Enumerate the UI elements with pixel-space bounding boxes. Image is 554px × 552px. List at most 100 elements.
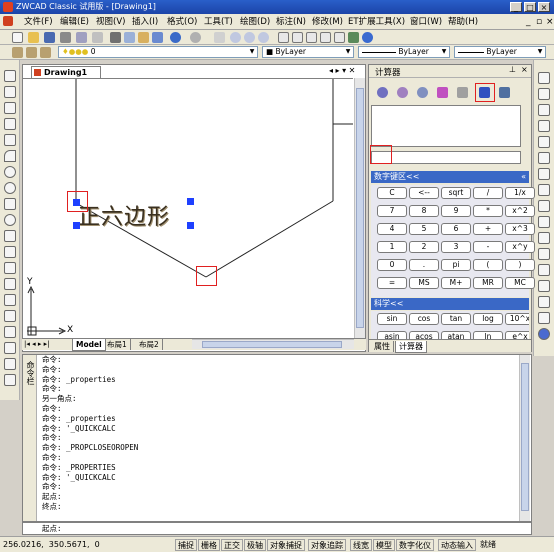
point-tool-icon[interactable] [4,278,16,290]
intersection-icon[interactable] [499,87,510,98]
tab-layout2[interactable]: 布局2 [136,339,163,350]
calc-btn-8[interactable]: 8 [409,205,439,217]
calc-pin-icon[interactable]: ⊥ [509,65,516,74]
menu-window[interactable]: 窗口(W) [410,16,442,28]
calc-btn-1[interactable]: 1 [377,241,407,253]
calc-btn-reciprocal[interactable]: 1/x [505,187,535,199]
scientific-header[interactable]: 科学<< [371,298,529,310]
calc-btn-multiply[interactable]: * [473,205,503,217]
calc-btn-9[interactable]: 9 [441,205,471,217]
menu-modify[interactable]: 修改(M) [312,16,343,28]
calc-btn-square[interactable]: x^2 [505,205,535,217]
menu-draw[interactable]: 绘图(D) [240,16,270,28]
layer-previous-icon[interactable] [40,47,51,58]
drawing-tab[interactable]: Drawing1 [31,66,101,78]
calc-history-area[interactable] [371,105,521,147]
construction-line-icon[interactable] [4,86,16,98]
tablet-toggle[interactable]: 数字化仪 [396,539,434,551]
zoom-previous-icon[interactable] [258,32,269,43]
zoom-window-icon[interactable] [244,32,255,43]
table-tool-icon[interactable] [4,358,16,370]
calc-btn-6[interactable]: 6 [441,223,471,235]
mdi-minimize-button[interactable]: _ [526,16,531,28]
grip-handle[interactable] [187,198,194,205]
linetype-combo[interactable]: ByLayer ▼ [358,46,450,58]
help-icon[interactable] [362,32,373,43]
gradient-tool-icon[interactable] [4,310,16,322]
paste-value-icon[interactable] [417,87,428,98]
trim-tool-icon[interactable] [538,216,550,228]
new-icon[interactable] [12,32,23,43]
menu-insert[interactable]: 插入(I) [132,16,158,28]
wipeout-tool-icon[interactable] [4,342,16,354]
menu-tools[interactable]: 工具(T) [204,16,233,28]
calc-btn-divide[interactable]: / [473,187,503,199]
hexagon-text[interactable]: 正六边形 [78,199,170,231]
stretch-tool-icon[interactable] [538,200,550,212]
close-button[interactable]: × [538,2,550,12]
calc-btn-2[interactable]: 2 [409,241,439,253]
calc-btn-4[interactable]: 4 [377,223,407,235]
drawing-vscroll-thumb[interactable] [356,88,364,328]
cut-icon[interactable] [110,32,121,43]
insert-block-icon[interactable] [4,246,16,258]
calc-btn-backspace[interactable]: <-- [409,187,439,199]
clear-history-icon[interactable] [397,87,408,98]
calc-input-field[interactable] [371,151,521,164]
doc-nav-arrows-icon[interactable]: ◂ ▸ ▾ ✕ [329,66,355,75]
open-icon[interactable] [28,32,39,43]
calc-btn-10x[interactable]: 10^x [505,313,529,325]
fillet-tool-icon[interactable] [538,296,550,308]
mdi-restore-button[interactable]: ▫ [536,16,542,28]
zoom-realtime-icon[interactable] [230,32,241,43]
move-tool-icon[interactable] [538,152,550,164]
join-tool-icon[interactable] [538,264,550,276]
calc-btn-power[interactable]: x^y [505,241,535,253]
grid-toggle[interactable]: 栅格 [198,539,220,551]
ellipse-arc-icon[interactable] [4,230,16,242]
copy-object-icon[interactable] [538,88,550,100]
array-tool-icon[interactable] [538,136,550,148]
tab-model[interactable]: Model [72,339,106,351]
calc-btn-plus[interactable]: + [473,223,503,235]
offset-tool-icon[interactable] [538,120,550,132]
polygon-tool-icon[interactable] [4,118,16,130]
minimize-button[interactable]: _ [510,2,522,12]
calc-btn-5[interactable]: 5 [409,223,439,235]
calc-btn-cube[interactable]: x^3 [505,223,535,235]
maximize-button[interactable]: □ [524,2,536,12]
model-toggle[interactable]: 模型 [373,539,395,551]
clear-icon[interactable] [377,87,388,98]
paste-icon[interactable] [138,32,149,43]
dynamic-input-toggle[interactable]: 动态输入 [438,539,476,551]
command-vscroll-thumb[interactable] [521,363,529,511]
calc-btn-sqrt[interactable]: sqrt [441,187,471,199]
calc-btn-memory-add[interactable]: M+ [441,277,471,289]
menu-edit[interactable]: 编辑(E) [60,16,89,28]
explode-tool-icon[interactable] [538,312,550,324]
get-coordinates-icon[interactable] [437,87,448,98]
tab-calculator[interactable]: 计算器 [395,341,427,353]
break-tool-icon[interactable] [538,248,550,260]
layer-manager-icon[interactable] [12,47,23,58]
ortho-toggle[interactable]: 正交 [221,539,243,551]
drawing-hscroll-thumb[interactable] [202,341,342,348]
scale-tool-icon[interactable] [538,184,550,196]
calc-btn-equals[interactable]: = [377,277,407,289]
print-icon[interactable] [60,32,71,43]
undo-icon[interactable] [170,32,181,43]
menu-file[interactable]: 文件(F) [24,16,53,28]
calc-btn-sin[interactable]: sin [377,313,407,325]
ellipse-tool-icon[interactable] [4,214,16,226]
calc-btn-3[interactable]: 3 [441,241,471,253]
calc-btn-tan[interactable]: tan [441,313,471,325]
layer-state-icon[interactable] [26,47,37,58]
number-pad-header[interactable]: 数字键区<< « [371,171,529,183]
spline-tool-icon[interactable] [4,198,16,210]
make-block-icon[interactable] [4,262,16,274]
drawing-canvas[interactable]: 正六边形 Y X [23,78,353,338]
save-icon[interactable] [44,32,55,43]
redo-icon[interactable] [190,32,201,43]
rectangle-tool-icon[interactable] [4,134,16,146]
menu-format[interactable]: 格式(O) [167,16,197,28]
